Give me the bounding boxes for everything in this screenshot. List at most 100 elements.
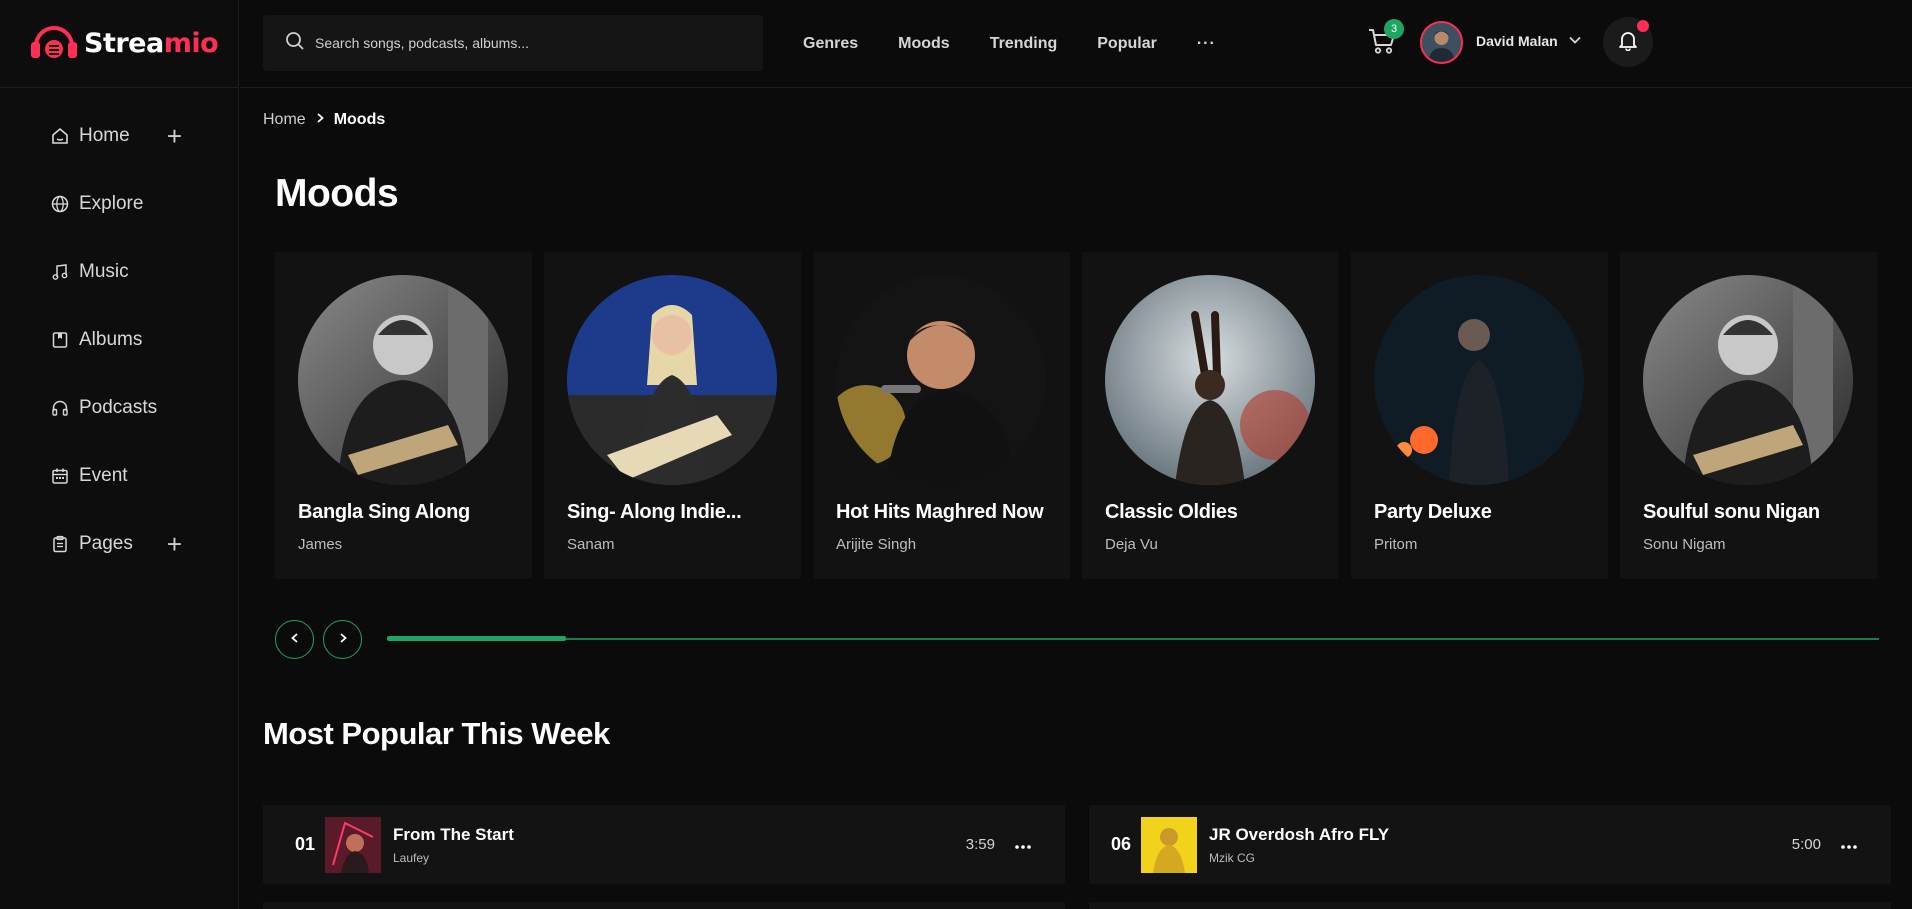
nav-link-trending[interactable]: Trending	[990, 35, 1058, 53]
more-menu-button[interactable]: ···	[1197, 35, 1216, 53]
music-note-icon	[50, 262, 70, 282]
sidebar-item-pages[interactable]: Pages +	[0, 510, 238, 578]
sidebar-item-albums[interactable]: Albums	[0, 306, 238, 374]
carousel-scrollbar-thumb[interactable]	[387, 636, 567, 641]
mood-artist: James	[298, 536, 343, 553]
mood-card[interactable]: Sing- Along Indie... Sanam	[544, 252, 801, 579]
sidebar-item-label: Event	[79, 465, 128, 486]
track-number: 01	[294, 834, 315, 854]
track-cover	[1141, 816, 1197, 873]
mood-artist: Sanam	[567, 536, 615, 553]
track-title[interactable]: From The Start	[393, 825, 966, 845]
mood-title: Classic Oldies	[1105, 501, 1238, 523]
sidebar-item-explore[interactable]: Explore	[0, 170, 238, 238]
sidebar-item-podcasts[interactable]: Podcasts	[0, 374, 238, 442]
calendar-icon	[50, 466, 70, 486]
mood-title: Bangla Sing Along	[298, 501, 470, 523]
moods-carousel: Bangla Sing Along James Sing- Along Indi…	[275, 252, 1877, 579]
track-row[interactable]	[1089, 902, 1891, 909]
track-row[interactable]: 06 JR Overdosh Afro FLY Mzik CG 5:00	[1089, 805, 1891, 884]
mood-title: Soulful sonu Nigan	[1643, 501, 1820, 523]
mood-card[interactable]: Bangla Sing Along James	[275, 252, 532, 579]
globe-icon	[50, 194, 70, 214]
sidebar-item-label: Albums	[79, 329, 143, 350]
mood-card[interactable]: Hot Hits Maghred Now Arijite Singh	[813, 252, 1070, 579]
artist-photo	[1374, 275, 1584, 485]
sidebar-item-label: Home	[79, 125, 130, 146]
sidebar-nav: Home + Explore Music Albums Podcasts Eve…	[0, 88, 238, 578]
nav-link-popular[interactable]: Popular	[1097, 35, 1157, 53]
headphones-icon	[50, 398, 70, 418]
nav-link-moods[interactable]: Moods	[898, 35, 950, 53]
artist-photo	[298, 275, 508, 485]
chevron-right-icon	[337, 631, 349, 649]
brand-name: Streamio	[84, 28, 219, 59]
chevron-left-icon	[289, 631, 301, 649]
album-icon	[50, 330, 70, 350]
page-title: Moods	[275, 172, 399, 215]
search-icon	[285, 31, 305, 56]
sidebar-item-event[interactable]: Event	[0, 442, 238, 510]
sidebar-item-label: Podcasts	[79, 397, 158, 418]
nav-link-genres[interactable]: Genres	[803, 35, 858, 53]
mood-artist: Sonu Nigam	[1643, 536, 1726, 553]
expand-plus-icon[interactable]: +	[167, 529, 182, 560]
sidebar-item-home[interactable]: Home +	[0, 102, 238, 170]
chevron-down-icon[interactable]	[1568, 33, 1582, 52]
track-duration: 5:00	[1791, 836, 1821, 853]
track-number: 06	[1110, 834, 1131, 854]
sidebar-item-label: Pages	[79, 533, 133, 554]
bell-icon	[1617, 29, 1639, 56]
artist-photo	[836, 275, 1046, 485]
mood-card[interactable]: Soulful sonu Nigan Sonu Nigam	[1620, 252, 1877, 579]
notification-dot	[1637, 20, 1649, 32]
breadcrumb: Home Moods	[263, 111, 385, 129]
home-icon	[50, 126, 70, 146]
track-row[interactable]	[263, 902, 1065, 909]
track-artist[interactable]: Laufey	[393, 851, 966, 865]
mood-title: Hot Hits Maghred Now	[836, 501, 1044, 523]
clipboard-icon	[50, 534, 70, 554]
chevron-right-icon	[314, 111, 326, 129]
carousel-scrollbar[interactable]	[387, 636, 1879, 641]
track-info: From The Start Laufey	[393, 825, 966, 865]
track-title[interactable]: JR Overdosh Afro FLY	[1209, 825, 1792, 845]
sidebar: Streamio Home + Explore Music Albums Pod…	[0, 0, 239, 909]
mood-card[interactable]: Classic Oldies Deja Vu	[1082, 252, 1339, 579]
sidebar-item-label: Music	[79, 261, 129, 282]
sidebar-item-label: Explore	[79, 193, 144, 214]
breadcrumb-current: Moods	[333, 111, 386, 128]
mood-artist: Deja Vu	[1105, 536, 1158, 553]
more-horizontal-icon[interactable]	[1015, 836, 1035, 854]
mood-title: Sing- Along Indie...	[567, 501, 742, 523]
expand-plus-icon[interactable]: +	[167, 121, 182, 152]
artist-photo	[567, 275, 777, 485]
mood-title: Party Deluxe	[1374, 501, 1492, 523]
user-name[interactable]: David Malan	[1476, 33, 1558, 49]
topbar: Genres Moods Trending Popular ···	[240, 0, 1912, 88]
top-nav: Genres Moods Trending Popular ···	[803, 0, 1256, 88]
track-artist[interactable]: Mzik CG	[1209, 851, 1792, 865]
artist-photo	[1105, 275, 1315, 485]
track-duration: 3:59	[965, 836, 995, 853]
mood-artist: Arijite Singh	[836, 536, 917, 553]
track-info: JR Overdosh Afro FLY Mzik CG	[1209, 825, 1792, 865]
mood-card[interactable]: Party Deluxe Pritom	[1351, 252, 1608, 579]
artist-photo	[1643, 275, 1853, 485]
section-title: Most Popular This Week	[263, 716, 610, 751]
mood-artist: Pritom	[1374, 536, 1418, 553]
avatar[interactable]	[1420, 21, 1463, 64]
breadcrumb-home[interactable]: Home	[263, 111, 306, 129]
more-horizontal-icon[interactable]	[1841, 836, 1861, 854]
carousel-next-button[interactable]	[323, 620, 362, 659]
logo[interactable]: Streamio	[0, 0, 238, 88]
track-cover	[325, 816, 381, 873]
search-bar[interactable]	[263, 15, 763, 71]
cart-count-badge: 3	[1384, 19, 1404, 39]
track-row[interactable]: 01 From The Start Laufey 3:59	[263, 805, 1065, 884]
sidebar-item-music[interactable]: Music	[0, 238, 238, 306]
headphones-logo-icon	[28, 24, 80, 64]
carousel-prev-button[interactable]	[275, 620, 314, 659]
search-input[interactable]	[315, 35, 735, 51]
app: Streamio Home + Explore Music Albums Pod…	[0, 0, 1912, 909]
